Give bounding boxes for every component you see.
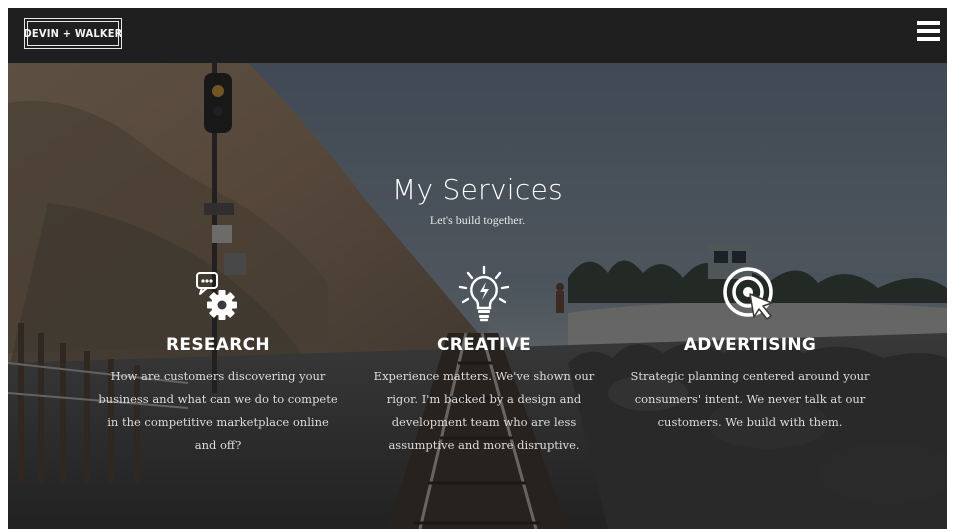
service-title: ADVERTISING (683, 335, 817, 355)
service-description: Experience matters. We've shown our rigo… (373, 369, 595, 452)
hamburger-menu-icon[interactable] (917, 21, 940, 41)
logo-text: DEVIN + WALKER (23, 21, 122, 46)
site-header: DEVIN + WALKER (8, 8, 947, 63)
site-logo[interactable]: DEVIN + WALKER (23, 18, 122, 49)
page: DEVIN + WALKER My Services Let's build t… (8, 8, 947, 529)
service-research: RESEARCH How are customers discovering y… (93, 263, 343, 457)
service-title: RESEARCH (166, 335, 270, 355)
lightbulb-icon (359, 263, 609, 323)
service-description: Strategic planning centered around your … (630, 369, 870, 429)
page-subtitle: Let's build together. (429, 213, 526, 227)
page-title: My Services (392, 173, 563, 206)
target-cursor-icon (625, 263, 875, 323)
service-creative: CREATIVE Experience matters. We've shown… (359, 263, 609, 457)
service-description: How are customers discovering your busin… (98, 369, 338, 452)
service-advertising: ADVERTISING Strategic planning centered … (625, 263, 875, 434)
services-hero: My Services Let's build together. RESEAR… (8, 63, 947, 529)
chat-gear-icon (93, 263, 343, 323)
service-title: CREATIVE (436, 335, 532, 355)
